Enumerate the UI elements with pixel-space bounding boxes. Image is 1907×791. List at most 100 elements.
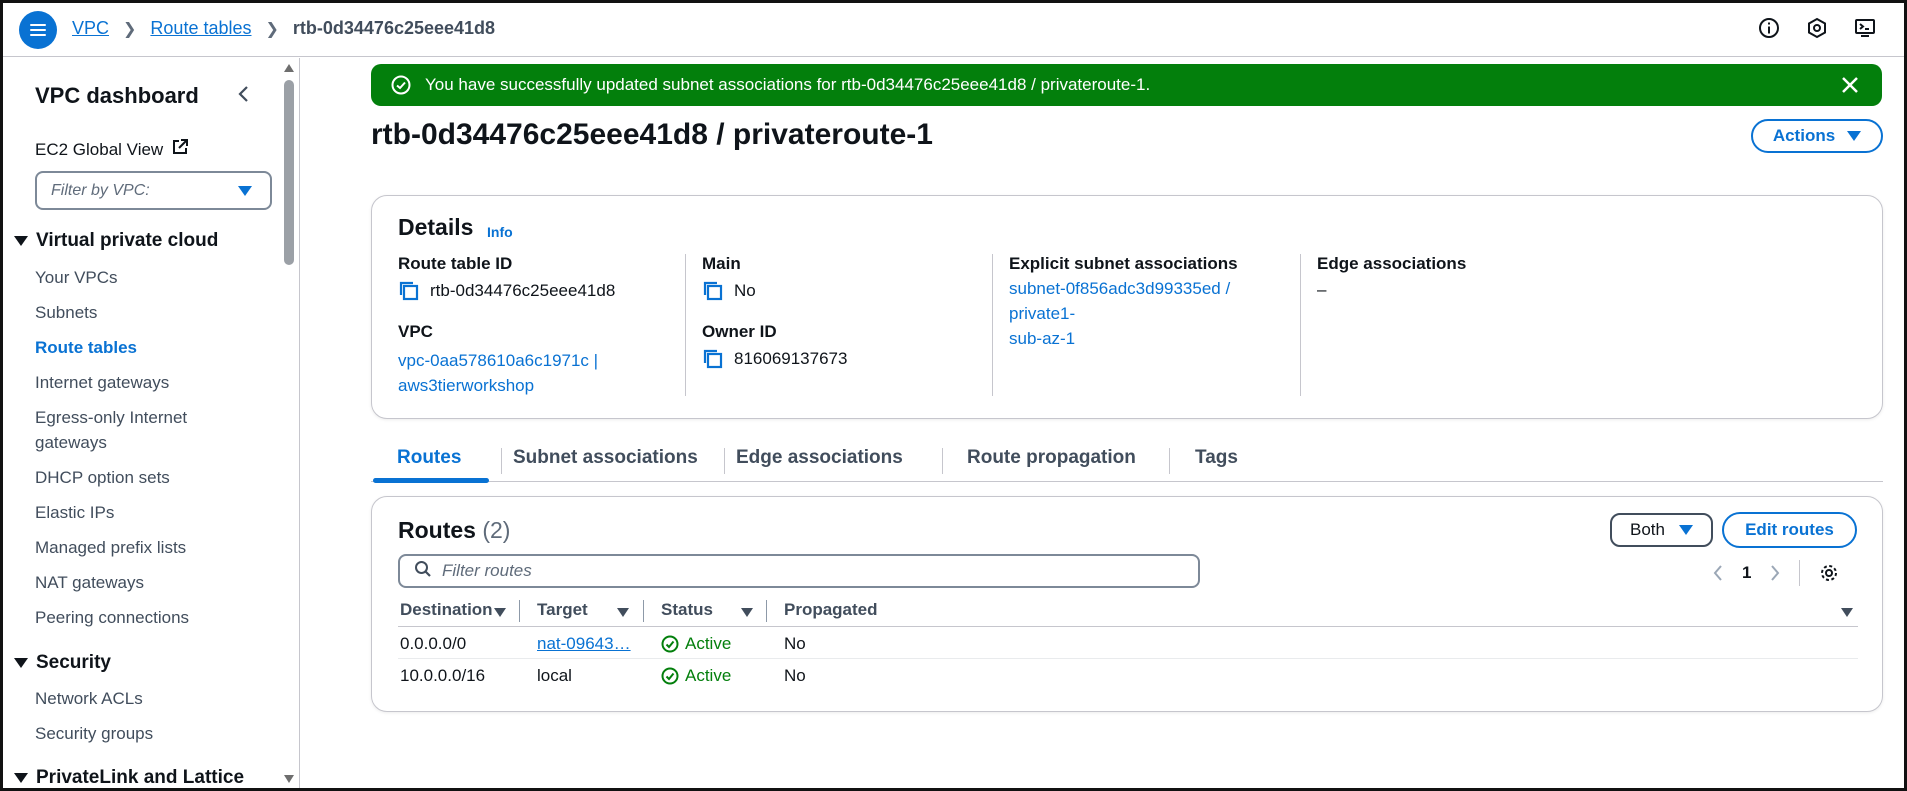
tab-subnet-associations[interactable]: Subnet associations [513, 447, 698, 469]
sidebar-scrollbar[interactable] [282, 58, 296, 791]
divider [685, 254, 686, 396]
copy-icon[interactable] [702, 280, 724, 302]
route-target: local [537, 666, 572, 685]
sidebar-item-peering-connections[interactable]: Peering connections [35, 605, 235, 630]
column-divider [643, 600, 644, 622]
vpc-link-line: aws3tierworkshop [398, 376, 535, 395]
actions-button[interactable]: Actions [1751, 119, 1883, 153]
chevron-right-icon: ❯ [265, 20, 279, 38]
tab-tags[interactable]: Tags [1195, 447, 1238, 469]
info-link[interactable]: Info [487, 224, 513, 240]
route-target-link[interactable]: nat-09643… [537, 634, 631, 654]
column-header-destination[interactable]: Destination [400, 600, 493, 620]
divider [992, 254, 993, 396]
route-destination: 0.0.0.0/0 [400, 634, 467, 653]
sidebar-section-label: Virtual private cloud [36, 230, 219, 251]
sidebar-section-virtual-private-cloud[interactable]: Virtual private cloud [14, 230, 218, 252]
table-row: 10.0.0.0/16 local Active No [398, 660, 1858, 691]
main-value: No [734, 281, 756, 300]
sidebar-item-egress-only-gateways[interactable]: Egress-only Internet gateways [35, 405, 215, 455]
sort-icon[interactable] [494, 608, 506, 617]
column-header-propagated[interactable]: Propagated [784, 600, 878, 620]
tab-label: Routes [397, 447, 462, 468]
sidebar-item-elastic-ips[interactable]: Elastic IPs [35, 500, 235, 525]
column-header-status[interactable]: Status [661, 600, 713, 620]
divider [1300, 254, 1301, 396]
scroll-up-icon[interactable] [284, 64, 294, 72]
caret-down-icon [1847, 131, 1862, 141]
sort-icon[interactable] [617, 608, 629, 617]
route-status: Active [661, 634, 731, 654]
cloudshell-icon[interactable] [1853, 16, 1877, 40]
tab-divider [1169, 448, 1170, 474]
sidebar-section-label: Security [36, 652, 111, 673]
sidebar-item-security-groups[interactable]: Security groups [35, 721, 235, 746]
details-col-3: Explicit subnet associations subnet-0f85… [1009, 254, 1299, 351]
column-header-target[interactable]: Target [537, 600, 588, 620]
top-bar: VPC ❯ Route tables ❯ rtb-0d34476c25eee41… [0, 0, 1907, 57]
collapse-icon[interactable] [234, 84, 254, 104]
column-divider [766, 600, 767, 622]
sidebar-item-internet-gateways[interactable]: Internet gateways [35, 370, 235, 395]
status-success-icon [661, 667, 679, 685]
next-page-icon[interactable] [1769, 564, 1781, 582]
sidebar-item-network-acls[interactable]: Network ACLs [35, 686, 235, 711]
expand-icon [14, 236, 28, 246]
sidebar-title[interactable]: VPC dashboard [35, 83, 199, 109]
success-check-icon [391, 75, 411, 95]
details-col-4: Edge associations – [1317, 254, 1607, 300]
sidebar-item-managed-prefix-lists[interactable]: Managed prefix lists [35, 535, 235, 560]
gear-icon[interactable] [1818, 562, 1840, 584]
tab-divider [501, 448, 502, 474]
vpc-link[interactable]: vpc-0aa578610a6c1971c | aws3tierworkshop [398, 348, 748, 398]
info-icon[interactable] [1757, 16, 1781, 40]
tab-routes[interactable]: Routes [397, 447, 461, 469]
sidebar-item-your-vpcs[interactable]: Your VPCs [35, 265, 235, 290]
sidebar-item-route-tables[interactable]: Route tables [35, 335, 235, 360]
route-propagated: No [784, 634, 806, 653]
chevron-right-icon: ❯ [123, 20, 137, 38]
details-col-1: Route table ID rtb-0d34476c25eee41d8 VPC… [398, 254, 748, 398]
page-title: rtb-0d34476c25eee41d8 / privateroute-1 [371, 118, 933, 151]
table-header: Destination Target Status Propagated [398, 594, 1858, 627]
column-label: Target [537, 600, 588, 619]
filter-routes-input[interactable]: Filter routes [398, 554, 1200, 588]
routes-title: Routes (2) [398, 517, 510, 544]
filter-routes-placeholder: Filter routes [442, 561, 532, 580]
route-table-id-label: Route table ID [398, 254, 513, 273]
breadcrumb-vpc[interactable]: VPC [72, 18, 109, 39]
sidebar-item-subnets[interactable]: Subnets [35, 300, 235, 325]
sidebar-section-privatelink[interactable]: PrivateLink and Lattice [14, 767, 244, 789]
sidebar-item-ec2-global-view[interactable]: EC2 Global View [35, 138, 189, 161]
tab-edge-associations[interactable]: Edge associations [736, 447, 903, 469]
menu-button[interactable] [19, 11, 57, 49]
route-propagated: No [784, 666, 806, 685]
route-filter-select[interactable]: Both [1610, 513, 1713, 547]
active-tab-indicator [373, 478, 489, 483]
edge-associations-value: – [1317, 280, 1327, 299]
sort-icon[interactable] [741, 608, 753, 617]
vpc-filter-select[interactable]: Filter by VPC: [35, 171, 272, 210]
settings-hex-icon[interactable] [1805, 16, 1829, 40]
tab-bar: Routes Subnet associations Edge associat… [371, 440, 1883, 483]
sidebar-item-dhcp-option-sets[interactable]: DHCP option sets [35, 465, 235, 490]
scrollbar-thumb[interactable] [284, 80, 294, 265]
explicit-subnet-link[interactable]: subnet-0f856adc3d99335ed / private1- sub… [1009, 276, 1299, 351]
sidebar-item-nat-gateways[interactable]: NAT gateways [35, 570, 235, 595]
routes-panel: Routes (2) Both Edit routes Filter route… [371, 496, 1883, 712]
copy-icon[interactable] [398, 280, 420, 302]
sort-icon[interactable] [1841, 608, 1853, 617]
tab-route-propagation[interactable]: Route propagation [967, 447, 1136, 469]
copy-icon[interactable] [702, 348, 724, 370]
sidebar-section-security[interactable]: Security [14, 652, 111, 674]
edit-routes-button[interactable]: Edit routes [1722, 512, 1857, 548]
caret-down-icon [238, 186, 252, 196]
routes-title-text: Routes [398, 517, 476, 543]
close-icon[interactable] [1840, 75, 1860, 95]
scroll-down-icon[interactable] [284, 775, 294, 783]
owner-id-value: 816069137673 [734, 349, 848, 368]
breadcrumb-route-tables[interactable]: Route tables [150, 18, 251, 39]
page-number[interactable]: 1 [1742, 563, 1751, 583]
subnet-link-line: subnet-0f856adc3d99335ed / private1- [1009, 279, 1231, 323]
previous-page-icon[interactable] [1712, 564, 1724, 582]
